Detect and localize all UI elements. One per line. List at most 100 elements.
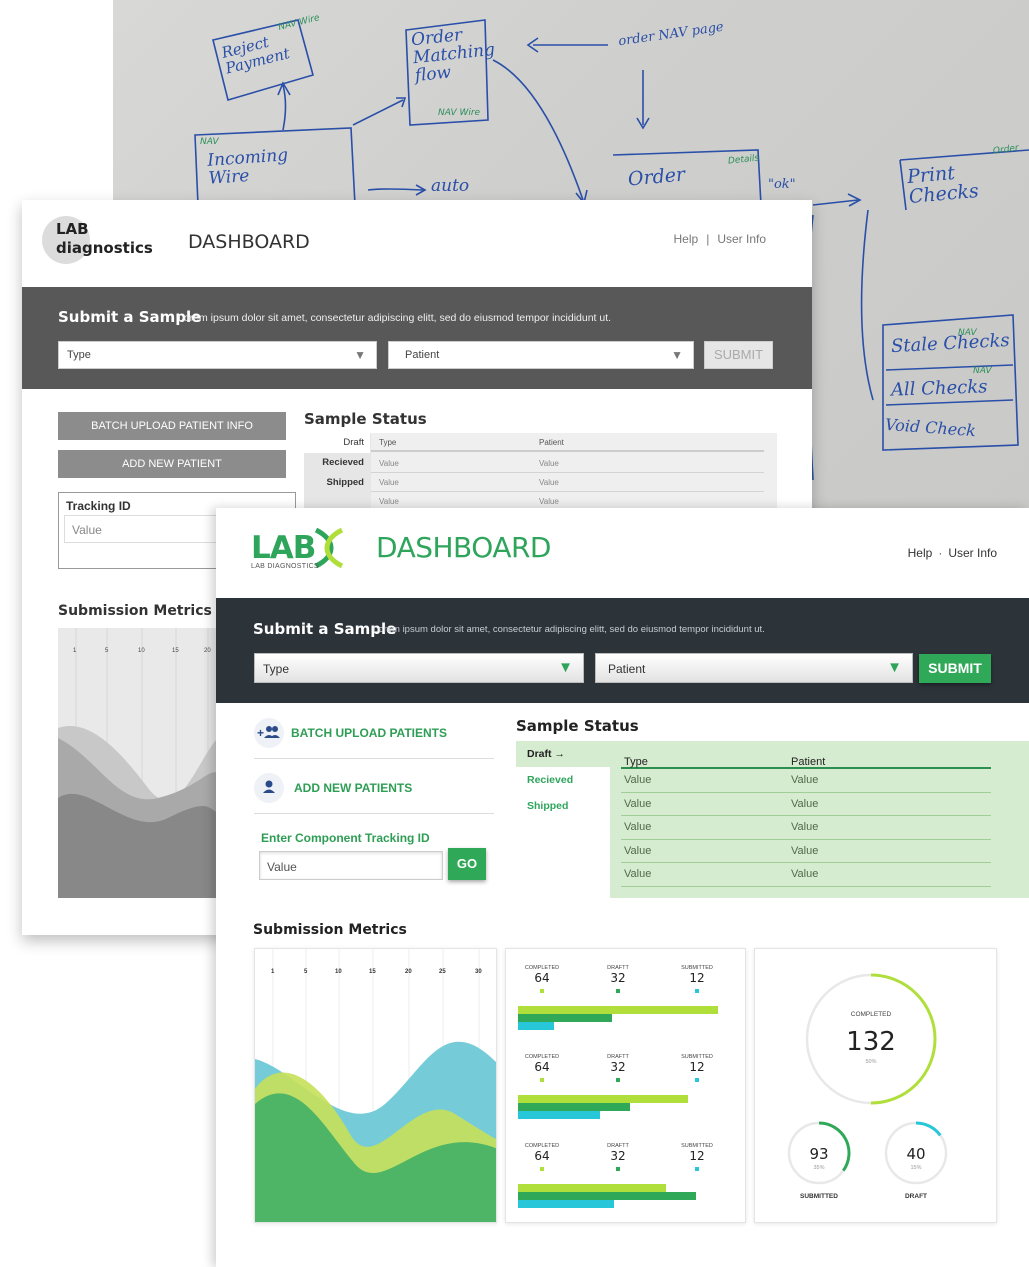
legend-swatch xyxy=(616,1078,620,1082)
wireframe-tab-draft[interactable]: Draft xyxy=(304,433,370,453)
submit-button[interactable]: SUBMIT xyxy=(919,654,991,683)
patient-select-value: Patient xyxy=(608,662,646,676)
wireframe-status-table: Type Patient Value Value Value Value Val… xyxy=(371,433,777,513)
ring-percent: 50% xyxy=(865,1059,876,1065)
ring-label: DRAFT xyxy=(905,1193,927,1200)
add-new-patients-button[interactable]: ADD NEW PATIENTS xyxy=(254,762,494,814)
dna-icon xyxy=(314,528,344,568)
column-header-type: Type xyxy=(624,756,648,768)
tick-label: 5 xyxy=(304,969,308,975)
go-button[interactable]: GO xyxy=(448,848,486,880)
cell-patient: Value xyxy=(539,459,559,468)
ring-percent: 35% xyxy=(813,1165,824,1171)
tab-draft[interactable]: Draft → xyxy=(516,741,610,767)
table-row[interactable]: Value Value xyxy=(621,769,991,793)
bar xyxy=(518,1192,696,1200)
wireframe-batch-upload-button[interactable]: BATCH UPLOAD PATIENT INFO xyxy=(58,412,286,440)
tick-label: 10 xyxy=(138,648,145,654)
user-icon-svg xyxy=(263,780,275,793)
wireframe-patient-select-value: Patient xyxy=(405,349,440,361)
person-head xyxy=(272,726,278,732)
submit-section-description: Lorem ipsum dolor sit amet, consectetur … xyxy=(373,624,765,635)
batch-upload-label: BATCH UPLOAD PATIENTS xyxy=(291,726,447,740)
cell-type: Value xyxy=(624,868,652,880)
ring-label: SUBMITTED xyxy=(800,1193,838,1200)
cell-type: Value xyxy=(379,497,399,506)
cell-type: Value xyxy=(624,844,652,857)
cell-patient: Value xyxy=(539,497,559,506)
cell-patient: Value xyxy=(791,844,819,857)
patient-select[interactable]: Patient ▼ xyxy=(595,653,913,683)
area-chart: 1 5 10 15 20 25 30 xyxy=(255,949,496,1222)
legend-value: 12 xyxy=(689,1149,704,1163)
tab-recieved[interactable]: Recieved xyxy=(516,767,610,793)
wireframe-header: LAB diagnostics DASHBOARD Help | User Info xyxy=(22,200,812,287)
person-head xyxy=(265,780,273,788)
legend-value: 32 xyxy=(610,971,625,985)
dropdown-arrow-icon: ▼ xyxy=(887,659,902,676)
sample-status-title: Sample Status xyxy=(516,717,639,735)
table-row[interactable]: Value Value xyxy=(371,454,764,473)
whiteboard-note-incoming-wire: Incoming Wire xyxy=(206,145,289,189)
ring-chart: COMPLETED 132 50% 93 35% SUBMITTED 40 15% DRAFT xyxy=(787,973,948,1200)
wireframe-header-links: Help | User Info xyxy=(670,232,771,246)
whiteboard-note-order-matching: Order Matching flow xyxy=(410,25,496,86)
legend-swatch xyxy=(616,989,620,993)
help-link[interactable]: Help xyxy=(908,546,933,560)
tick-label: 30 xyxy=(475,969,482,975)
bar-chart: COMPLETED64DRAFTT32SUBMITTED12COMPLETED6… xyxy=(518,965,718,1208)
wireframe-area-chart: 1 5 10 15 20 xyxy=(58,628,218,898)
bar xyxy=(518,1184,666,1192)
cell-patient: Value xyxy=(791,821,819,833)
wireframe-submit-button[interactable]: SUBMIT xyxy=(704,341,773,369)
table-row[interactable]: Value Value xyxy=(371,473,764,492)
legend-swatch xyxy=(695,989,699,993)
cell-type: Value xyxy=(624,774,652,786)
table-row[interactable]: Value Value xyxy=(621,840,991,863)
legend-swatch xyxy=(540,989,544,993)
type-select[interactable]: Type ▼ xyxy=(254,653,584,683)
wireframe-logo: LAB diagnostics xyxy=(56,220,153,257)
tab-shipped[interactable]: Shipped xyxy=(516,793,610,819)
tick-label: 20 xyxy=(204,648,211,654)
cell-type: Value xyxy=(624,797,652,810)
batch-upload-patients-button[interactable]: + BATCH UPLOAD PATIENTS xyxy=(254,707,494,759)
tracking-id-input[interactable]: Value xyxy=(259,851,443,880)
person-body xyxy=(263,789,275,793)
table-row[interactable]: Value Value xyxy=(621,816,991,840)
table-header: Type Patient xyxy=(621,751,991,769)
ring-value: 93 xyxy=(809,1145,828,1163)
wireframe-type-select[interactable]: Type ▼ xyxy=(58,341,377,369)
brand-logo[interactable]: LAB xyxy=(251,530,316,566)
bar xyxy=(518,1006,718,1014)
dropdown-arrow-icon: ▼ xyxy=(558,659,573,676)
wireframe-status-tabs: Draft Recieved Shipped xyxy=(304,433,370,513)
legend-value: 32 xyxy=(610,1149,625,1163)
wireframe-patient-select[interactable]: Patient ▼ xyxy=(388,341,694,369)
wireframe-tab-shipped[interactable]: Shipped xyxy=(304,473,370,493)
ring-value: 40 xyxy=(906,1145,925,1163)
add-new-patients-label: ADD NEW PATIENTS xyxy=(294,781,413,795)
wireframe-add-patient-button[interactable]: ADD NEW PATIENT xyxy=(58,450,286,478)
tick-label: 15 xyxy=(172,648,179,654)
whiteboard-note-auto: auto xyxy=(431,176,470,196)
plus-glyph: + xyxy=(257,726,264,740)
legend-value: 12 xyxy=(689,971,704,985)
wireframe-tab-recieved[interactable]: Recieved xyxy=(304,453,370,473)
user-info-link[interactable]: User Info xyxy=(948,546,997,560)
wireframe-type-select-value: Type xyxy=(67,349,91,361)
column-header-patient: Patient xyxy=(791,756,826,768)
wireframe-user-info-link[interactable]: User Info xyxy=(717,232,766,246)
wireframe-status-title: Sample Status xyxy=(304,410,427,428)
wireframe-metrics-title: Submission Metrics xyxy=(58,603,212,619)
ring-label: COMPLETED xyxy=(851,1011,892,1018)
legend-swatch xyxy=(540,1078,544,1082)
cell-type: Value xyxy=(624,821,652,833)
legend-value: 32 xyxy=(610,1060,625,1074)
table-row[interactable]: Value Value xyxy=(621,793,991,816)
wireframe-help-link[interactable]: Help xyxy=(674,232,699,246)
column-header-patient: Patient xyxy=(539,438,564,447)
sample-status-table: Type Patient Value Value Value Value Val… xyxy=(621,751,991,887)
wireframe-submit-description: Lorem ipsum dolor sit amet, consectetur … xyxy=(178,312,612,324)
table-row[interactable]: Value Value xyxy=(621,863,991,887)
